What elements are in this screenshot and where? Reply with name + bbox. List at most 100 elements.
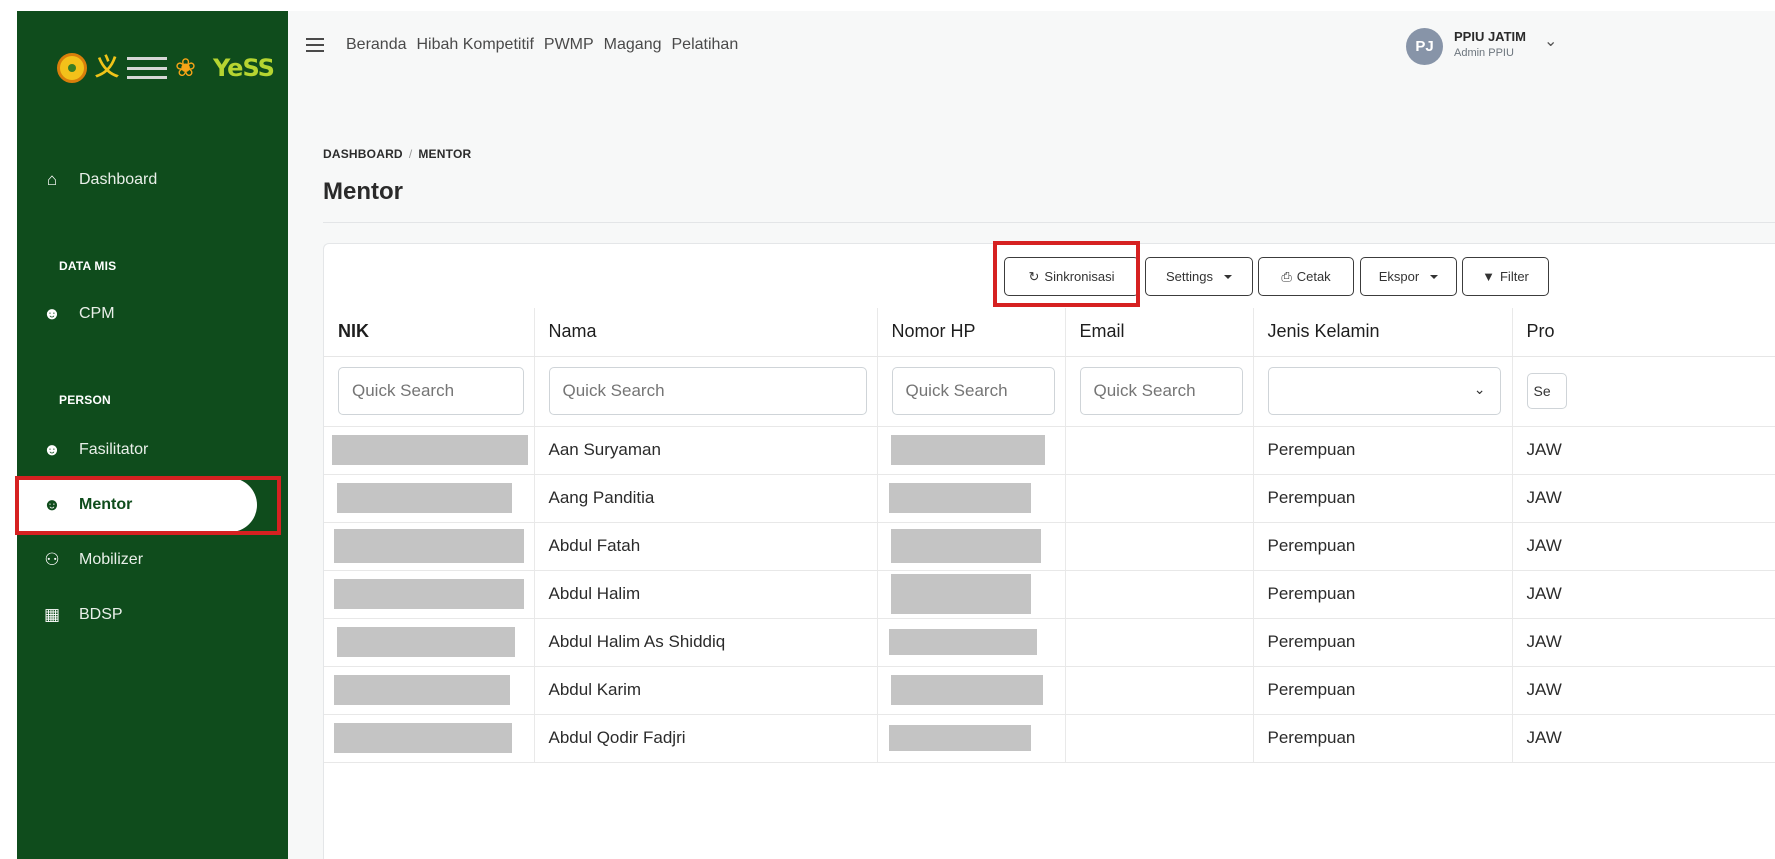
ifad-logo xyxy=(127,57,167,79)
cell-gender: Perempuan xyxy=(1253,570,1513,619)
highlight-box-mentor xyxy=(15,476,281,535)
nav-link-beranda[interactable]: Beranda xyxy=(346,36,407,54)
chevron-down-icon[interactable]: ⌄ xyxy=(1544,31,1557,51)
redacted-nik xyxy=(337,483,512,513)
table-row[interactable]: Aan Suryaman Perempuan JAW xyxy=(324,426,1775,475)
redacted-phone xyxy=(888,483,1031,513)
app-window: 义 ❀ YeSS ⌂ Dashboard DATA MIS ☻ CPM PERS… xyxy=(15,11,1775,859)
table-row[interactable]: Abdul Karim Perempuan JAW xyxy=(324,666,1775,715)
user-name[interactable]: PPIU JATIM xyxy=(1454,29,1526,44)
cell-province: JAW xyxy=(1512,426,1775,475)
column-header-jenis-kelamin[interactable]: Jenis Kelamin xyxy=(1253,308,1513,357)
cell-email xyxy=(1065,570,1254,619)
redacted-phone xyxy=(890,529,1041,563)
section-label-data-mis: DATA MIS xyxy=(59,259,117,273)
redacted-phone xyxy=(890,574,1031,614)
mentor-table: NIK Nama Nomor HP Email Jenis Kelamin Pr… xyxy=(324,308,1775,763)
column-header-email[interactable]: Email xyxy=(1065,308,1254,357)
nav-link-pelatihan[interactable]: Pelatihan xyxy=(672,36,739,54)
nav-link-hibah-kompetitif[interactable]: Hibah Kompetitif xyxy=(417,36,534,54)
cell-province: JAW xyxy=(1512,570,1775,619)
ministry-logo: 义 xyxy=(95,54,119,81)
print-button[interactable]: ⎙ Cetak xyxy=(1258,257,1354,296)
highlight-box-sync xyxy=(993,241,1140,307)
cell-email xyxy=(1065,714,1254,763)
column-header-nama[interactable]: Nama xyxy=(534,308,878,357)
table-row[interactable]: Abdul Halim Perempuan JAW xyxy=(324,570,1775,619)
table-row[interactable]: Abdul Halim As Shiddiq Perempuan JAW xyxy=(324,618,1775,667)
cell-email xyxy=(1065,666,1254,715)
topbar: Beranda Hibah Kompetitif PWMP Magang Pel… xyxy=(288,11,1775,83)
settings-button[interactable]: Settings xyxy=(1145,257,1253,296)
cell-province: JAW xyxy=(1512,474,1775,523)
nav-link-pwmp[interactable]: PWMP xyxy=(544,36,594,54)
filter-icon: ▼ xyxy=(1482,269,1495,284)
gender-filter-select[interactable]: ⌄ xyxy=(1267,367,1501,415)
divider xyxy=(323,222,1775,223)
yess-logo: YeSS xyxy=(213,54,275,82)
cell-nama: Aan Suryaman xyxy=(534,426,878,475)
table-row[interactable]: Abdul Fatah Perempuan JAW xyxy=(324,522,1775,571)
cell-nama: Abdul Qodir Fadjri xyxy=(534,714,878,763)
table-row[interactable]: Aang Panditia Perempuan JAW xyxy=(324,474,1775,523)
cell-email xyxy=(1065,618,1254,667)
sidebar-item-label: Mobilizer xyxy=(79,551,144,568)
caret-down-icon xyxy=(1430,274,1439,279)
filter-button[interactable]: ▼ Filter xyxy=(1462,257,1549,296)
search-input-nomor-hp[interactable] xyxy=(891,367,1055,415)
search-input-nik[interactable] xyxy=(338,367,524,415)
sidebar-item-cpm[interactable]: ☻ CPM xyxy=(17,287,288,341)
home-icon: ⌂ xyxy=(46,170,58,189)
breadcrumb-dashboard[interactable]: DASHBOARD xyxy=(323,147,403,161)
sidebar-item-label: Fasilitator xyxy=(79,441,149,458)
sidebar-item-label: Dashboard xyxy=(79,171,158,188)
sidebar-item-mobilizer[interactable]: ⚇ Mobilizer xyxy=(17,533,288,587)
section-label-person: PERSON xyxy=(59,393,111,407)
redacted-nik xyxy=(337,627,515,657)
search-row: ⌄ Se xyxy=(324,356,1775,427)
export-button[interactable]: Ekspor xyxy=(1360,257,1457,296)
emblem-logo xyxy=(57,53,87,83)
avatar[interactable]: PJ xyxy=(1406,28,1443,65)
cell-nama: Abdul Halim As Shiddiq xyxy=(534,618,878,667)
cell-province: JAW xyxy=(1512,666,1775,715)
cell-nama: Abdul Halim xyxy=(534,570,878,619)
user-role: Admin PPIU xyxy=(1454,47,1514,59)
cell-email xyxy=(1065,522,1254,571)
sidebar-item-bdsp[interactable]: ▦ BDSP xyxy=(17,588,288,642)
nav-link-magang[interactable]: Magang xyxy=(604,36,662,54)
top-nav: Beranda Hibah Kompetitif PWMP Magang Pel… xyxy=(346,36,738,54)
building-icon: ▦ xyxy=(43,605,61,624)
cell-gender: Perempuan xyxy=(1253,474,1513,523)
brand-logos[interactable]: 义 ❀ YeSS xyxy=(57,53,275,83)
flame-logo: ❀ xyxy=(175,54,196,82)
redacted-phone xyxy=(888,629,1037,655)
sidebar-item-fasilitator[interactable]: ☻ Fasilitator xyxy=(17,423,288,477)
province-filter-select[interactable]: Se xyxy=(1526,373,1567,409)
cell-gender: Perempuan xyxy=(1253,426,1513,475)
menu-toggle-icon[interactable] xyxy=(306,38,324,52)
search-input-nama[interactable] xyxy=(548,367,867,415)
redacted-nik xyxy=(332,435,528,465)
breadcrumb: DASHBOARD / MENTOR xyxy=(323,147,471,161)
column-header-provinsi[interactable]: Pro xyxy=(1512,308,1775,357)
sidebar-item-dashboard[interactable]: ⌂ Dashboard xyxy=(17,153,288,207)
cell-province: JAW xyxy=(1512,618,1775,667)
search-input-email[interactable] xyxy=(1079,367,1243,415)
column-header-nomor-hp[interactable]: Nomor HP xyxy=(877,308,1066,357)
redacted-phone xyxy=(888,725,1031,751)
user-clock-icon: ☻ xyxy=(43,304,61,323)
redacted-nik xyxy=(334,529,524,563)
page-title: Mentor xyxy=(323,178,403,205)
column-header-nik[interactable]: NIK xyxy=(324,308,535,357)
redacted-nik xyxy=(334,579,524,609)
redacted-phone xyxy=(890,435,1045,465)
cell-province: JAW xyxy=(1512,522,1775,571)
table-row[interactable]: Abdul Qodir Fadjri Perempuan JAW xyxy=(324,714,1775,763)
redacted-nik xyxy=(334,723,512,753)
redacted-phone xyxy=(890,675,1043,705)
cell-nama: Aang Panditia xyxy=(534,474,878,523)
mentor-table-card: ↻ Sinkronisasi Settings ⎙ Cetak Ekspor ▼… xyxy=(323,243,1775,859)
sidebar-item-label: CPM xyxy=(79,305,115,322)
breadcrumb-current: MENTOR xyxy=(418,147,472,161)
